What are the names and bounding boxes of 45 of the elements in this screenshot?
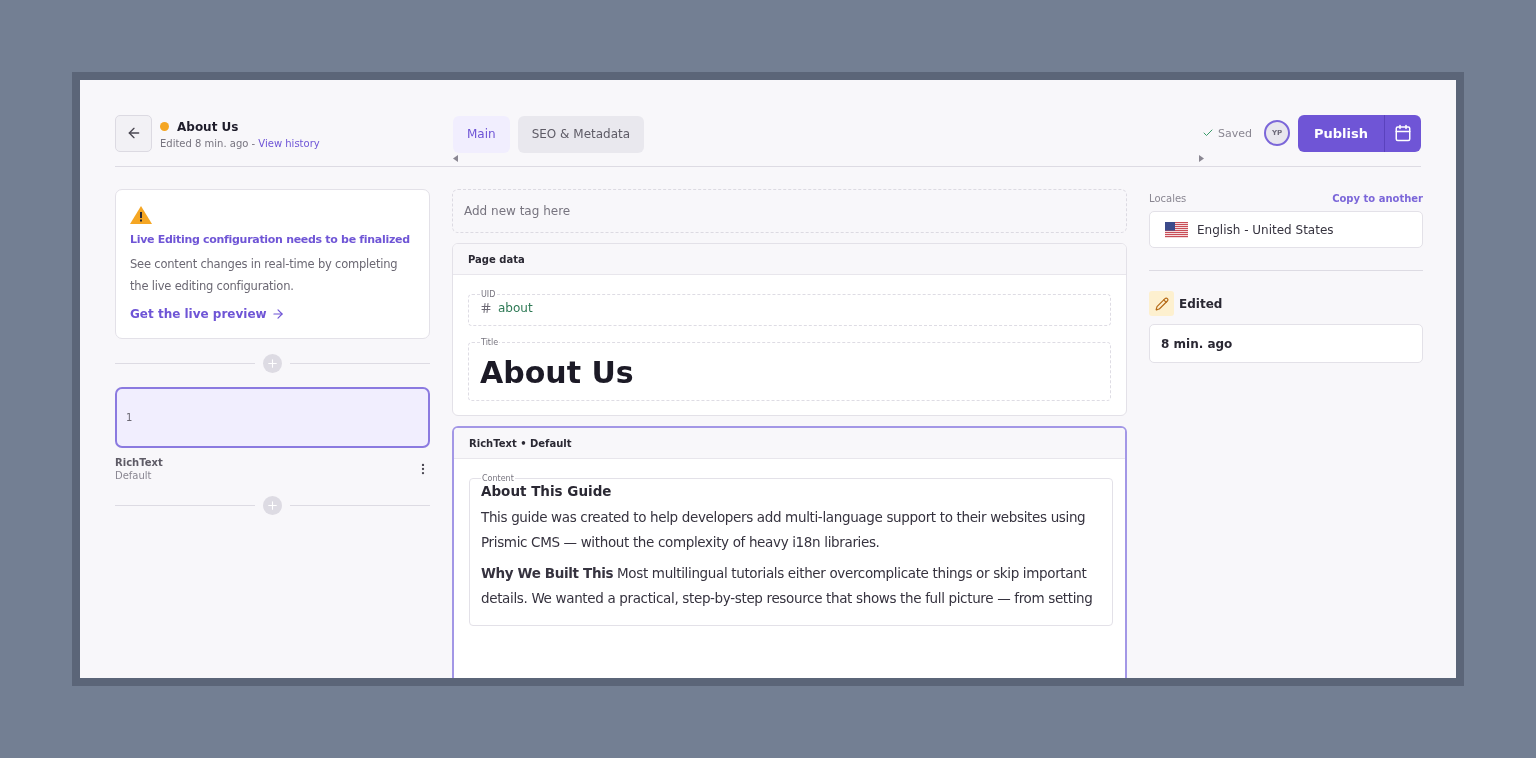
field-label: Title — [480, 338, 500, 347]
locale-selector[interactable]: English - United States — [1149, 211, 1423, 248]
scroll-right-icon[interactable] — [1198, 155, 1204, 162]
calendar-icon — [1394, 124, 1412, 142]
check-icon — [1202, 127, 1214, 139]
alert-title: Live Editing configuration needs to be finalized — [130, 232, 411, 248]
alert-text: See content changes in real-time by completing the live editing configuration. — [130, 256, 399, 295]
content-paragraph: This guide was created to help developers add multi-language support to their websites using Prismic CMS — without the complexity of heavy i18n libraries. — [481, 508, 1087, 552]
edited-label: Edited — [1179, 296, 1223, 311]
slice-variation: Default — [115, 470, 153, 481]
scroll-left-icon[interactable] — [453, 155, 459, 162]
hash-icon — [480, 302, 492, 314]
field-label: Content — [481, 474, 515, 483]
status-dot — [160, 122, 169, 131]
warning-icon — [130, 206, 152, 224]
content-heading: About This Guide — [481, 483, 613, 499]
section-title: RichText • Default — [454, 428, 1125, 459]
saved-status: Saved — [1202, 126, 1252, 140]
tab[interactable]: Main — [453, 115, 510, 153]
title-field[interactable]: Title About Us — [468, 338, 1111, 401]
back-button[interactable] — [115, 114, 152, 152]
plus-icon — [266, 356, 279, 370]
document-title: About Us — [177, 119, 239, 134]
flag-icon — [1165, 221, 1188, 238]
arrow-right-icon — [270, 307, 285, 321]
edited-info: Edited 8 min. ago - View history — [160, 137, 321, 149]
view-history-link[interactable]: View history — [258, 137, 320, 149]
uid-value: about — [498, 301, 533, 315]
slice-card[interactable]: 1 — [115, 387, 430, 448]
locales-label: Locales — [1149, 193, 1187, 204]
content-field[interactable] — [469, 474, 1113, 626]
field-label: UID — [480, 290, 497, 299]
plus-icon — [266, 498, 279, 512]
uid-field[interactable]: UID about — [468, 290, 1111, 326]
section-title: Page data — [453, 244, 1126, 275]
tab[interactable]: SEO & Metadata — [517, 115, 645, 153]
locale-name: English - United States — [1197, 222, 1334, 237]
content-paragraph: Why We Built This Most multilingual tutorials either overcomplicate things or skip important details. We wanted a practical, step-by-step resource that shows the full picture — from setting — [481, 564, 1094, 608]
pencil-icon — [1149, 291, 1174, 316]
title-value: About Us — [480, 355, 635, 390]
live-preview-link[interactable]: Get the live preview — [130, 307, 415, 321]
slice-name: RichText — [115, 457, 163, 468]
copy-locale-link[interactable]: Copy to another — [1332, 193, 1423, 204]
tag-input[interactable]: Add new tag here — [452, 189, 1127, 233]
edited-time: 8 min. ago — [1149, 324, 1423, 363]
